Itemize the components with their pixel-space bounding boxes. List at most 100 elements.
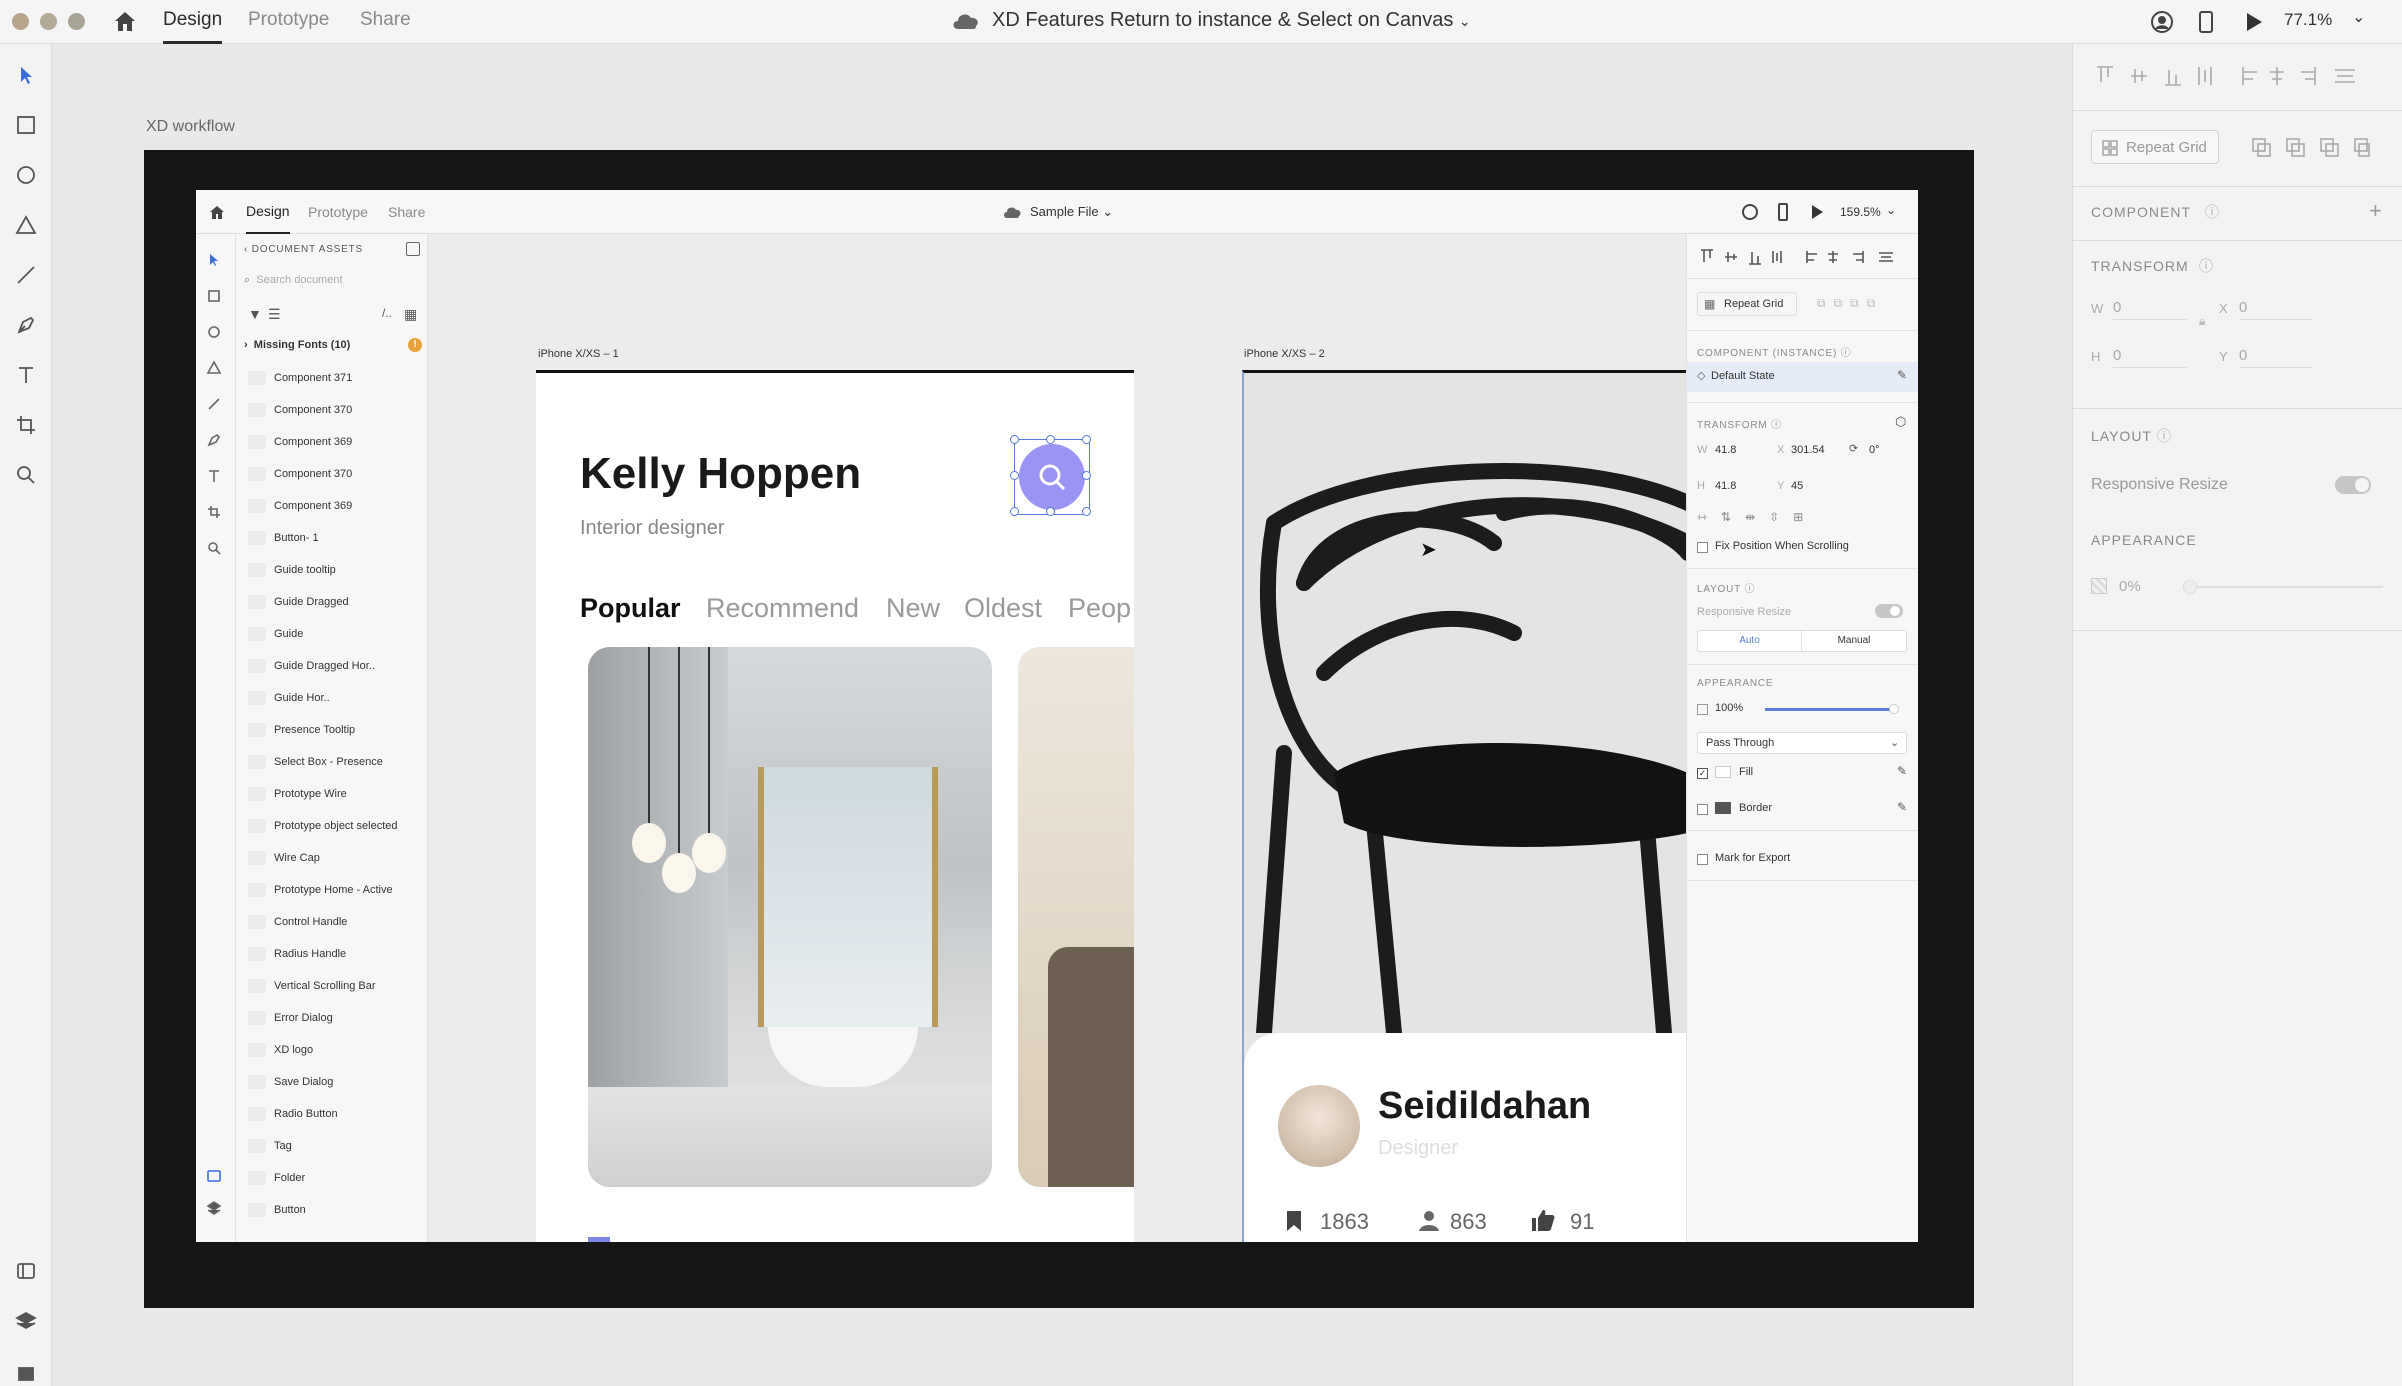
inner-opacity-input[interactable]: 100% <box>1715 702 1743 714</box>
asset-item[interactable]: Component 371 <box>244 362 424 394</box>
asset-item[interactable]: Prototype Home - Active <box>244 874 424 906</box>
asset-item[interactable]: Button <box>244 1194 424 1226</box>
avatar[interactable] <box>1278 1085 1360 1167</box>
fix-position-checkbox[interactable] <box>1697 542 1708 553</box>
inner-line-tool-icon[interactable] <box>206 396 226 416</box>
embedded-xd-screenshot[interactable]: Design Prototype Share Sample File ⌄ 159… <box>196 190 1918 1242</box>
tab-prototype[interactable]: Prototype <box>248 0 329 44</box>
pen-tool-icon[interactable] <box>12 314 40 342</box>
inner-rotation-input[interactable]: 0° <box>1869 444 1880 456</box>
tab-share[interactable]: Share <box>360 0 411 44</box>
asset-item[interactable]: Component 370 <box>244 394 424 426</box>
inner-zoom-chevron-icon[interactable]: ⌄ <box>1886 190 1896 234</box>
inner-opacity-handle[interactable] <box>1889 704 1899 714</box>
inner-device-icon[interactable] <box>1778 203 1788 221</box>
asset-item[interactable]: Presence Tooltip <box>244 714 424 746</box>
blend-mode-select[interactable]: Pass Through ⌄ <box>1697 732 1907 754</box>
artboard-1[interactable]: Kelly Hoppen Interior designer Popular R… <box>536 370 1134 1242</box>
asset-item[interactable]: Guide <box>244 618 424 650</box>
sort-icon[interactable]: ☰ <box>268 306 281 323</box>
inner-polygon-tool-icon[interactable] <box>206 360 226 380</box>
asset-item[interactable]: Save Dialog <box>244 1066 424 1098</box>
export-icon[interactable] <box>406 242 420 256</box>
maximize-window-button[interactable] <box>68 13 85 30</box>
second-card-image[interactable] <box>1018 647 1134 1187</box>
inner-document-title[interactable]: Sample File ⌄ <box>1030 190 1113 234</box>
layout-manual-button[interactable]: Manual <box>1802 631 1906 651</box>
asset-item[interactable]: Select Box - Presence <box>244 746 424 778</box>
selection-box[interactable] <box>1010 435 1091 516</box>
zoom-level[interactable]: 77.1% <box>2284 0 2332 44</box>
inner-text-tool-icon[interactable] <box>206 468 226 488</box>
zoom-chevron-icon[interactable]: ⌄ <box>2352 0 2365 44</box>
tab-oldest[interactable]: Oldest <box>964 593 1042 624</box>
close-window-button[interactable] <box>12 13 29 30</box>
inner-tab-design[interactable]: Design <box>246 190 290 234</box>
plugins-panel-icon[interactable] <box>12 1360 40 1386</box>
add-component-button[interactable]: + <box>2369 198 2382 224</box>
border-eyedropper-icon[interactable]: ✎ <box>1897 800 1907 814</box>
assets-panel-icon[interactable] <box>12 1260 40 1288</box>
asset-item[interactable]: Button- 1 <box>244 522 424 554</box>
rectangle-tool-icon[interactable] <box>12 114 40 142</box>
artboard-2[interactable]: ➤ Seidildahan Designer 1863 863 91 <box>1242 370 1686 1242</box>
fill-eyedropper-icon[interactable]: ✎ <box>1897 764 1907 778</box>
inner-pen-tool-icon[interactable] <box>206 432 226 452</box>
asset-item[interactable]: Control Handle <box>244 906 424 938</box>
layers-panel-icon[interactable] <box>12 1310 40 1338</box>
polygon-tool-icon[interactable] <box>12 214 40 242</box>
y-input[interactable]: 0 <box>2239 344 2313 368</box>
profile-role[interactable]: Interior designer <box>580 517 725 540</box>
responsive-resize-toggle[interactable] <box>2335 476 2371 494</box>
search-document-input[interactable]: ⌕ Search document <box>244 268 418 292</box>
inner-user-icon[interactable] <box>1742 204 1758 220</box>
home-icon[interactable] <box>112 9 138 33</box>
filter-icon[interactable]: ▼ <box>248 306 262 322</box>
zoom-tool-icon[interactable] <box>12 464 40 492</box>
inner-rectangle-tool-icon[interactable] <box>206 288 226 308</box>
asset-item[interactable]: Wire Cap <box>244 842 424 874</box>
opacity-input[interactable]: 0% <box>2119 578 2141 595</box>
inner-tab-share[interactable]: Share <box>388 190 425 234</box>
assets-header[interactable]: ‹ DOCUMENT ASSETS <box>244 244 363 255</box>
lock-aspect-icon[interactable]: 🔒︎ <box>2199 314 2205 329</box>
device-preview-icon[interactable] <box>2198 10 2214 34</box>
asset-item[interactable]: Guide Dragged <box>244 586 424 618</box>
border-swatch[interactable] <box>1715 802 1731 814</box>
inner-layers-icon[interactable] <box>206 1200 226 1220</box>
asset-item[interactable]: Component 370 <box>244 458 424 490</box>
artboard-2-label[interactable]: iPhone X/XS – 2 <box>1244 348 1325 360</box>
ellipse-tool-icon[interactable] <box>12 164 40 192</box>
text-tool-icon[interactable] <box>12 364 40 392</box>
inner-responsive-toggle[interactable] <box>1875 604 1903 618</box>
inner-zoom-tool-icon[interactable] <box>206 540 226 560</box>
select-tool-icon[interactable] <box>12 64 40 92</box>
inner-repeat-grid-button[interactable]: ▦ Repeat Grid <box>1697 292 1797 316</box>
minimize-window-button[interactable] <box>40 13 57 30</box>
opacity-slider[interactable] <box>2183 580 2383 594</box>
fill-swatch[interactable] <box>1715 766 1731 778</box>
asset-item[interactable]: Guide Hor.. <box>244 682 424 714</box>
inner-artboard-tool-icon[interactable] <box>206 504 226 524</box>
asset-item[interactable]: Radio Button <box>244 1098 424 1130</box>
play-icon[interactable] <box>2244 11 2264 33</box>
chair-image[interactable] <box>1244 373 1686 1033</box>
line-tool-icon[interactable] <box>12 264 40 292</box>
document-title[interactable]: XD Features Return to instance & Select … <box>992 0 1471 44</box>
inner-x-input[interactable]: 301.54 <box>1791 444 1825 456</box>
opacity-slider-handle[interactable] <box>2183 580 2197 594</box>
height-input[interactable]: 0 <box>2113 344 2187 368</box>
mark-export-checkbox[interactable] <box>1697 854 1708 865</box>
3d-transform-icon[interactable]: ⬡ <box>1895 414 1906 430</box>
asset-item[interactable]: Radius Handle <box>244 938 424 970</box>
inner-y-input[interactable]: 45 <box>1791 480 1803 492</box>
inner-home-icon[interactable] <box>208 204 226 220</box>
artboard-1-label[interactable]: iPhone X/XS – 1 <box>538 348 619 360</box>
tab-design[interactable]: Design <box>163 0 223 44</box>
asset-item[interactable]: Guide tooltip <box>244 554 424 586</box>
artboard-label[interactable]: XD workflow <box>146 118 235 136</box>
inner-tab-prototype[interactable]: Prototype <box>308 190 368 234</box>
asset-item[interactable]: Prototype Wire <box>244 778 424 810</box>
fill-checkbox[interactable]: ✓ <box>1697 768 1708 779</box>
border-checkbox[interactable] <box>1697 804 1708 815</box>
